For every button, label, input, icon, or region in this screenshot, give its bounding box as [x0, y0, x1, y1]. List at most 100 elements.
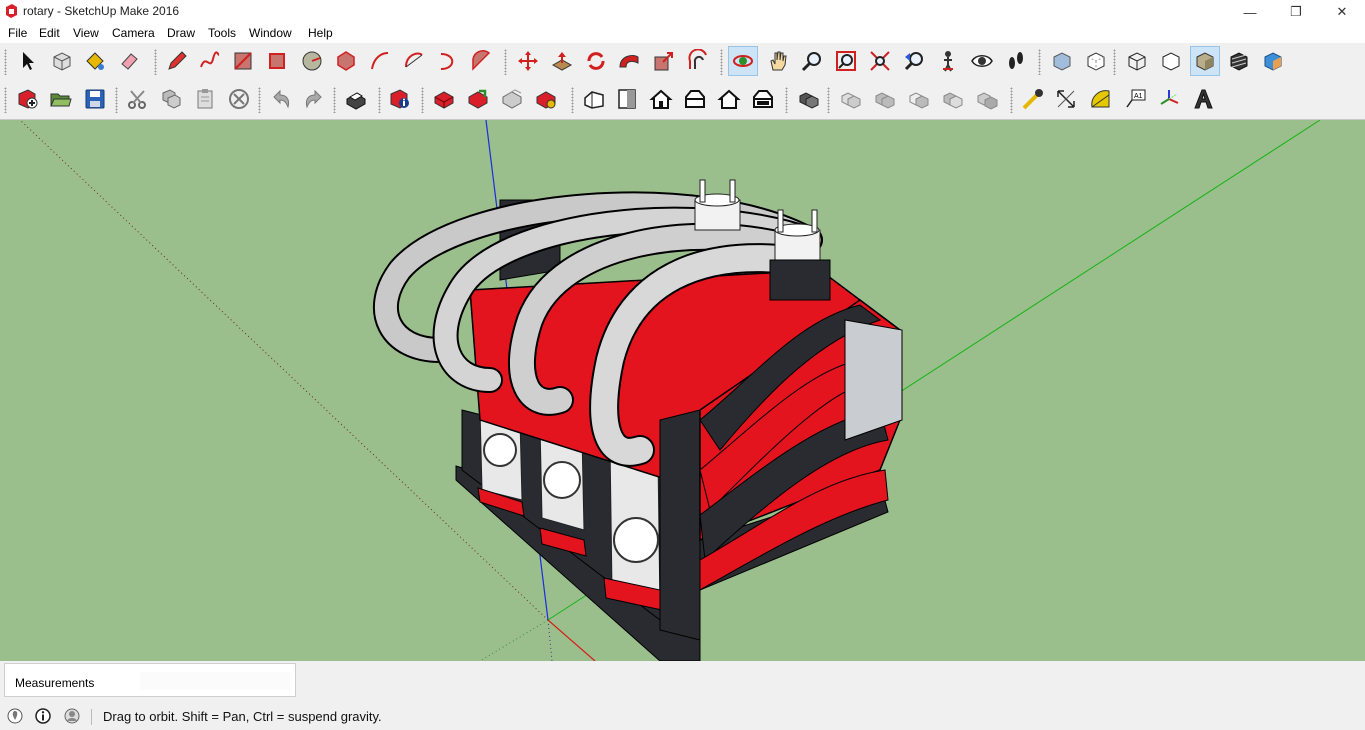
- two-point-arc-icon[interactable]: [399, 46, 429, 76]
- freehand-icon[interactable]: [195, 46, 225, 76]
- top-view-icon[interactable]: [612, 84, 642, 114]
- trim-icon[interactable]: [938, 84, 968, 114]
- magnifier-icon[interactable]: [797, 46, 827, 76]
- split-icon[interactable]: [972, 84, 1002, 114]
- eraser-icon[interactable]: [114, 46, 144, 76]
- minimize-button[interactable]: —: [1227, 0, 1273, 24]
- tape-measure-icon[interactable]: [1018, 84, 1048, 114]
- back-house-icon[interactable]: [714, 84, 744, 114]
- right-house-icon[interactable]: [680, 84, 710, 114]
- position-camera-icon[interactable]: [933, 46, 963, 76]
- push-pull-icon[interactable]: [547, 46, 577, 76]
- open-folder-icon[interactable]: [46, 84, 76, 114]
- new-file-icon[interactable]: [13, 84, 43, 114]
- warehouse-icon[interactable]: [429, 84, 459, 114]
- offset-icon[interactable]: [683, 46, 713, 76]
- circle-icon[interactable]: [297, 46, 327, 76]
- union-icon[interactable]: [870, 84, 900, 114]
- info-icon[interactable]: [34, 707, 52, 725]
- toolbar-grip[interactable]: [571, 87, 574, 113]
- back-edges-style-icon[interactable]: [1081, 46, 1111, 76]
- hand-icon[interactable]: [763, 46, 793, 76]
- restore-button[interactable]: ❐: [1273, 0, 1319, 24]
- redo-icon[interactable]: [299, 84, 329, 114]
- menu-window[interactable]: Window: [249, 26, 292, 40]
- toolbar-grip[interactable]: [720, 49, 723, 75]
- left-house-icon[interactable]: [748, 84, 778, 114]
- footprints-icon[interactable]: [1001, 46, 1031, 76]
- orbit-icon[interactable]: [728, 46, 758, 76]
- geo-location-icon[interactable]: [6, 707, 24, 725]
- toolbar-grip[interactable]: [504, 49, 507, 75]
- toolbar-grip[interactable]: [154, 49, 157, 75]
- close-button[interactable]: ✕: [1319, 0, 1365, 24]
- 3d-text-icon[interactable]: [1188, 84, 1218, 114]
- toolbar-grip[interactable]: [1010, 87, 1013, 113]
- dimension-icon[interactable]: [1051, 84, 1081, 114]
- paste-icon[interactable]: [190, 84, 220, 114]
- menu-tools[interactable]: Tools: [208, 26, 236, 40]
- floppy-disk-icon[interactable]: [80, 84, 110, 114]
- model-viewport[interactable]: [0, 119, 1365, 661]
- previous-view-icon[interactable]: [899, 46, 929, 76]
- eye-icon[interactable]: [967, 46, 997, 76]
- rotate-icon[interactable]: [581, 46, 611, 76]
- pie-icon[interactable]: [466, 46, 496, 76]
- scale-icon[interactable]: [649, 46, 679, 76]
- measurements-input[interactable]: [140, 672, 290, 690]
- scissors-icon[interactable]: [123, 84, 153, 114]
- rotated-rectangle-icon[interactable]: [262, 46, 292, 76]
- wireframe-style-icon[interactable]: [1122, 46, 1152, 76]
- monochrome-style-icon[interactable]: [1258, 46, 1288, 76]
- outer-shell-icon[interactable]: [794, 84, 824, 114]
- copy-icon[interactable]: [156, 84, 186, 114]
- axes-icon[interactable]: [1154, 84, 1184, 114]
- hidden-line-style-icon[interactable]: [1156, 46, 1186, 76]
- menu-camera[interactable]: Camera: [112, 26, 155, 40]
- zoom-window-icon[interactable]: [831, 46, 861, 76]
- toolbar-grip[interactable]: [258, 87, 261, 113]
- subtract-icon[interactable]: [904, 84, 934, 114]
- toolbar-grip[interactable]: [785, 87, 788, 113]
- printer-icon[interactable]: [341, 84, 371, 114]
- toolbar-grip[interactable]: [1113, 49, 1116, 75]
- menu-draw[interactable]: Draw: [167, 26, 195, 40]
- pencil-icon[interactable]: [162, 46, 192, 76]
- move-arrows-icon[interactable]: [513, 46, 543, 76]
- share-model-icon[interactable]: [463, 84, 493, 114]
- toolbar-grip[interactable]: [115, 87, 118, 113]
- iso-house-icon[interactable]: [579, 84, 609, 114]
- menu-view[interactable]: View: [73, 26, 99, 40]
- toolbar-grip[interactable]: [4, 87, 7, 113]
- rectangle-icon[interactable]: [228, 46, 258, 76]
- menu-edit[interactable]: Edit: [39, 26, 60, 40]
- three-point-arc-icon[interactable]: [433, 46, 463, 76]
- share-component-icon[interactable]: [497, 84, 527, 114]
- toolbar-grip[interactable]: [378, 87, 381, 113]
- component-box-icon[interactable]: [47, 46, 77, 76]
- arrow-cursor-icon[interactable]: [13, 46, 43, 76]
- toolbar-grip[interactable]: [827, 87, 830, 113]
- menu-file[interactable]: File: [8, 26, 27, 40]
- front-house-icon[interactable]: [646, 84, 676, 114]
- paint-bucket-icon[interactable]: [80, 46, 110, 76]
- delete-circle-icon[interactable]: [224, 84, 254, 114]
- menu-help[interactable]: Help: [308, 26, 333, 40]
- zoom-extents-icon[interactable]: [865, 46, 895, 76]
- arc-icon[interactable]: [365, 46, 395, 76]
- toolbar-grip[interactable]: [421, 87, 424, 113]
- polygon-icon[interactable]: [331, 46, 361, 76]
- shaded-style-icon[interactable]: [1190, 46, 1220, 76]
- xray-style-icon[interactable]: [1047, 46, 1077, 76]
- toolbar-grip[interactable]: [333, 87, 336, 113]
- user-icon[interactable]: [63, 707, 81, 725]
- text-label-icon[interactable]: A1: [1121, 84, 1151, 114]
- toolbar-grip[interactable]: [4, 49, 7, 75]
- undo-icon[interactable]: [266, 84, 296, 114]
- toolbar-grip[interactable]: [1038, 49, 1041, 75]
- follow-me-icon[interactable]: [614, 46, 644, 76]
- shaded-textures-style-icon[interactable]: [1224, 46, 1254, 76]
- model-info-icon[interactable]: [385, 84, 415, 114]
- intersect-icon[interactable]: [836, 84, 866, 114]
- protractor-icon[interactable]: [1086, 84, 1116, 114]
